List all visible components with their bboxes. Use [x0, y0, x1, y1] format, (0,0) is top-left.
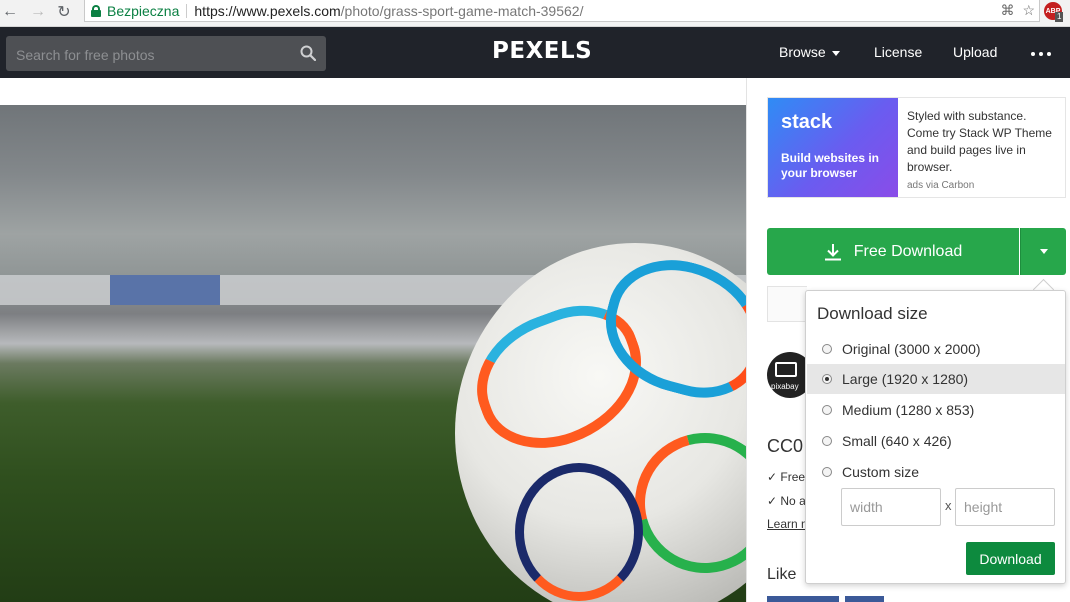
nav-browse[interactable]: Browse [779, 44, 840, 60]
option-small[interactable]: Small (640 x 426) [807, 426, 1065, 456]
radio-icon[interactable] [822, 344, 832, 354]
option-label: Custom size [842, 464, 920, 480]
dropdown-title: Download size [817, 304, 928, 323]
search-icon[interactable] [300, 45, 316, 61]
download-size-dropdown: Download size Original (3000 x 2000) Lar… [805, 290, 1066, 584]
secure-label: Bezpieczna [107, 2, 180, 19]
lock-icon [91, 4, 101, 17]
back-arrow-icon[interactable]: ← [0, 0, 20, 24]
camera-icon [775, 362, 797, 377]
forward-arrow-icon[interactable]: → [28, 0, 48, 24]
option-label: Original (3000 x 2000) [842, 341, 981, 357]
ad-image[interactable]: stack Build websites in your browser [768, 98, 898, 197]
license-line-free: ✓ Free [767, 470, 806, 484]
browser-toolbar: ← → ↻ Bezpieczna https://www.pexels.com /… [0, 0, 1070, 27]
nav-upload[interactable]: Upload [953, 44, 997, 60]
reload-icon[interactable]: ↻ [54, 0, 74, 24]
ad-brand: stack [781, 111, 833, 133]
radio-selected-icon[interactable] [822, 374, 832, 384]
times-sign: x [945, 498, 952, 513]
caret-down-icon [1039, 249, 1048, 254]
option-large[interactable]: Large (1920 x 1280) [807, 364, 1065, 394]
radio-icon[interactable] [822, 467, 832, 477]
adblock-count-badge: 1 [1055, 12, 1064, 22]
download-icon [824, 243, 841, 260]
carbon-ad[interactable]: stack Build websites in your browser Sty… [767, 97, 1066, 198]
main-photo[interactable] [0, 105, 746, 602]
free-download-button[interactable]: Free Download [767, 228, 1019, 275]
free-download-label: Free Download [853, 242, 963, 260]
download-size-toggle[interactable] [1020, 228, 1066, 275]
address-bar[interactable]: Bezpieczna https://www.pexels.com/photo/… [84, 0, 1040, 22]
ad-tagline: Build websites in your browser [781, 151, 880, 180]
option-label: Large (1920 x 1280) [842, 371, 969, 387]
pexels-logo[interactable]: PEXELS [492, 38, 592, 64]
url-path: /photo/grass-sport-game-match-39562/ [340, 2, 584, 19]
share-button-small[interactable] [845, 596, 884, 602]
ad-via[interactable]: ads via Carbon [907, 180, 974, 191]
option-original[interactable]: Original (3000 x 2000) [807, 334, 1065, 364]
download-button[interactable]: Download [966, 542, 1055, 575]
radio-icon[interactable] [822, 405, 832, 415]
chevron-down-icon [831, 50, 840, 56]
nav-license[interactable]: License [874, 44, 922, 60]
radio-icon[interactable] [822, 436, 832, 446]
option-custom[interactable]: Custom size [807, 457, 1065, 487]
height-input[interactable] [955, 488, 1055, 526]
author-label: pixabay [771, 382, 799, 391]
license-line-attribution: ✓ No a [767, 494, 806, 508]
secondary-button[interactable] [767, 286, 807, 322]
url-host: https://www.pexels.com [194, 2, 341, 19]
option-medium[interactable]: Medium (1280 x 853) [807, 395, 1065, 425]
ad-text[interactable]: Styled with substance. Come try Stack WP… [907, 108, 1057, 176]
width-input[interactable] [841, 488, 941, 526]
translate-icon[interactable]: ⌘ [1000, 2, 1014, 19]
bookmark-star-icon[interactable]: ☆ [1022, 2, 1035, 19]
share-button[interactable] [767, 596, 839, 602]
address-separator [186, 3, 188, 18]
nav-browse-label: Browse [779, 44, 826, 60]
option-label: Medium (1280 x 853) [842, 402, 975, 418]
search-box [6, 36, 326, 73]
option-label: Small (640 x 426) [842, 433, 952, 449]
search-input[interactable] [6, 36, 298, 73]
like-title: Like [767, 566, 797, 583]
more-menu-icon[interactable] [1031, 52, 1051, 56]
